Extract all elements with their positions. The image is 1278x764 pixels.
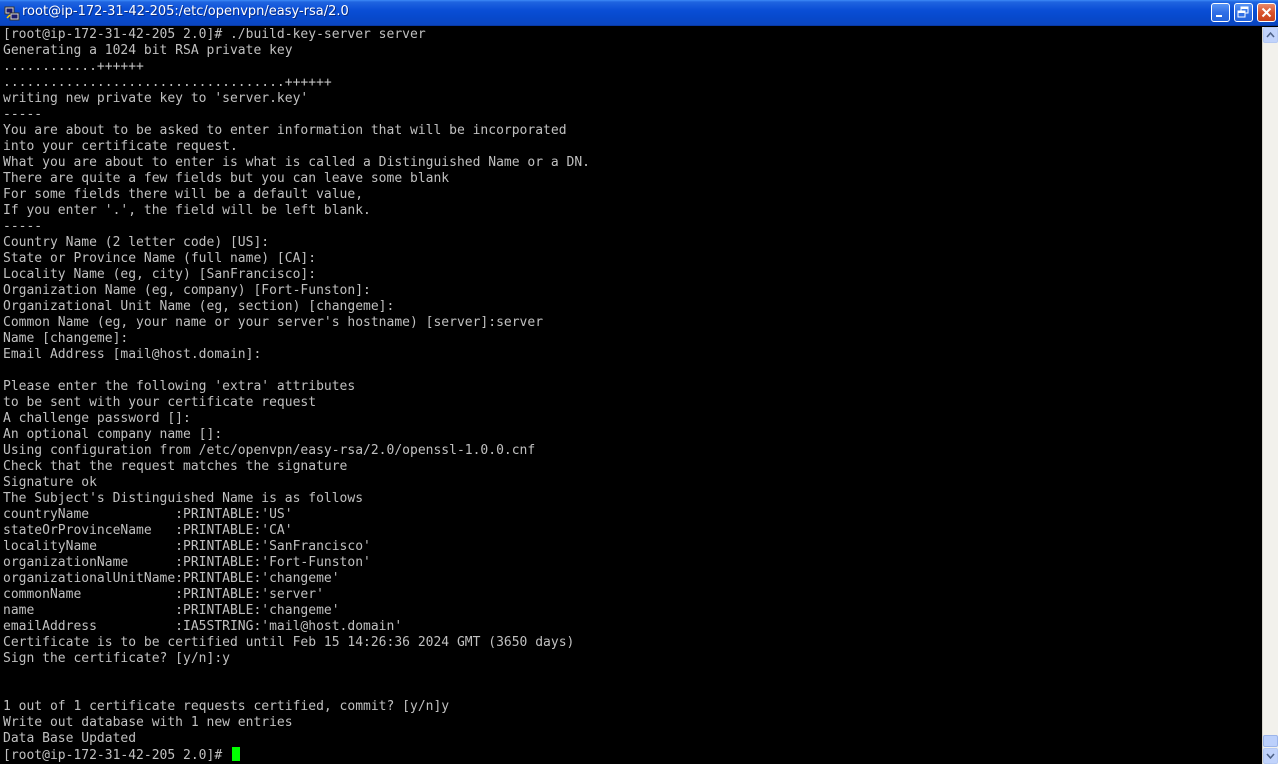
terminal-line: Locality Name (eg, city) [SanFrancisco]:: [3, 267, 317, 282]
terminal-line: localityName :PRINTABLE:'SanFrancisco': [3, 539, 371, 554]
terminal-line: -----: [3, 219, 43, 234]
window-title: root@ip-172-31-42-205:/etc/openvpn/easy-…: [22, 4, 349, 19]
minimize-icon: [1216, 15, 1222, 17]
terminal-line: Write out database with 1 new entries: [3, 715, 293, 730]
scroll-down-button[interactable]: [1263, 748, 1278, 764]
terminal-line: Generating a 1024 bit RSA private key: [3, 43, 293, 58]
title-bar[interactable]: root@ip-172-31-42-205:/etc/openvpn/easy-…: [0, 0, 1278, 26]
terminal-line: If you enter '.', the field will be left…: [3, 203, 371, 218]
putty-window: root@ip-172-31-42-205:/etc/openvpn/easy-…: [0, 0, 1278, 764]
terminal-line: Sign the certificate? [y/n]:y: [3, 651, 230, 666]
terminal-line: to be sent with your certificate request: [3, 395, 317, 410]
terminal-line: State or Province Name (full name) [CA]:: [3, 251, 317, 266]
terminal-line: Using configuration from /etc/openvpn/ea…: [3, 443, 536, 458]
close-icon: [1261, 7, 1272, 18]
restore-icon: [1237, 6, 1249, 18]
terminal-line: The Subject's Distinguished Name is as f…: [3, 491, 364, 506]
terminal-output[interactable]: [root@ip-172-31-42-205 2.0]# ./build-key…: [0, 27, 1262, 764]
terminal-line: What you are about to enter is what is c…: [3, 155, 590, 170]
terminal-line: name :PRINTABLE:'changeme': [3, 603, 340, 618]
terminal-line: Signature ok: [3, 475, 97, 490]
terminal-line: organizationName :PRINTABLE:'Fort-Funsto…: [3, 555, 371, 570]
scroll-up-button[interactable]: [1263, 27, 1278, 43]
arrow-down-icon: [1266, 753, 1275, 760]
terminal-line: Email Address [mail@host.domain]:: [3, 347, 262, 362]
terminal-line: ............++++++: [3, 59, 144, 74]
terminal-line: Name [changeme]:: [3, 331, 129, 346]
terminal-line: emailAddress :IA5STRING:'mail@host.domai…: [3, 619, 403, 634]
terminal-line: stateOrProvinceName :PRINTABLE:'CA': [3, 523, 293, 538]
vertical-scrollbar[interactable]: [1262, 27, 1278, 764]
terminal-line: writing new private key to 'server.key': [3, 91, 309, 106]
terminal-line: There are quite a few fields but you can…: [3, 171, 450, 186]
terminal-line: You are about to be asked to enter infor…: [3, 123, 567, 138]
terminal-line: An optional company name []:: [3, 427, 223, 442]
terminal-line: Organization Name (eg, company) [Fort-Fu…: [3, 283, 371, 298]
terminal-line: Data Base Updated: [3, 731, 137, 746]
terminal-lines: [root@ip-172-31-42-205 2.0]# ./build-key…: [0, 27, 1262, 763]
minimize-button[interactable]: [1211, 3, 1230, 22]
terminal-app-icon[interactable]: [4, 5, 20, 21]
arrow-up-icon: [1266, 31, 1275, 38]
terminal-line: commonName :PRINTABLE:'server': [3, 587, 324, 602]
terminal-line: into your certificate request.: [3, 139, 238, 154]
terminal-line: Check that the request matches the signa…: [3, 459, 348, 474]
terminal-line: -----: [3, 107, 43, 122]
command-prompt-line[interactable]: [root@ip-172-31-42-205 2.0]#: [3, 747, 1262, 763]
terminal-line: Certificate is to be certified until Feb…: [3, 635, 575, 650]
terminal-line: organizationalUnitName:PRINTABLE:'change…: [3, 571, 340, 586]
restore-button[interactable]: [1234, 3, 1253, 22]
terminal-line: [root@ip-172-31-42-205 2.0]# ./build-key…: [3, 27, 426, 42]
terminal-line: Organizational Unit Name (eg, section) […: [3, 299, 395, 314]
terminal-line: Common Name (eg, your name or your serve…: [3, 315, 544, 330]
close-button[interactable]: [1257, 3, 1276, 22]
terminal-line: ....................................++++…: [3, 75, 332, 90]
terminal-line: 1 out of 1 certificate requests certifie…: [3, 699, 450, 714]
shell-prompt: [root@ip-172-31-42-205 2.0]#: [3, 748, 230, 763]
text-cursor: [231, 747, 240, 761]
terminal-line: countryName :PRINTABLE:'US': [3, 507, 293, 522]
terminal-line: A challenge password []:: [3, 411, 191, 426]
terminal-line: For some fields there will be a default …: [3, 187, 364, 202]
scroll-thumb[interactable]: [1263, 735, 1278, 747]
terminal-line: Please enter the following 'extra' attri…: [3, 379, 356, 394]
terminal-line: Country Name (2 letter code) [US]:: [3, 235, 270, 250]
